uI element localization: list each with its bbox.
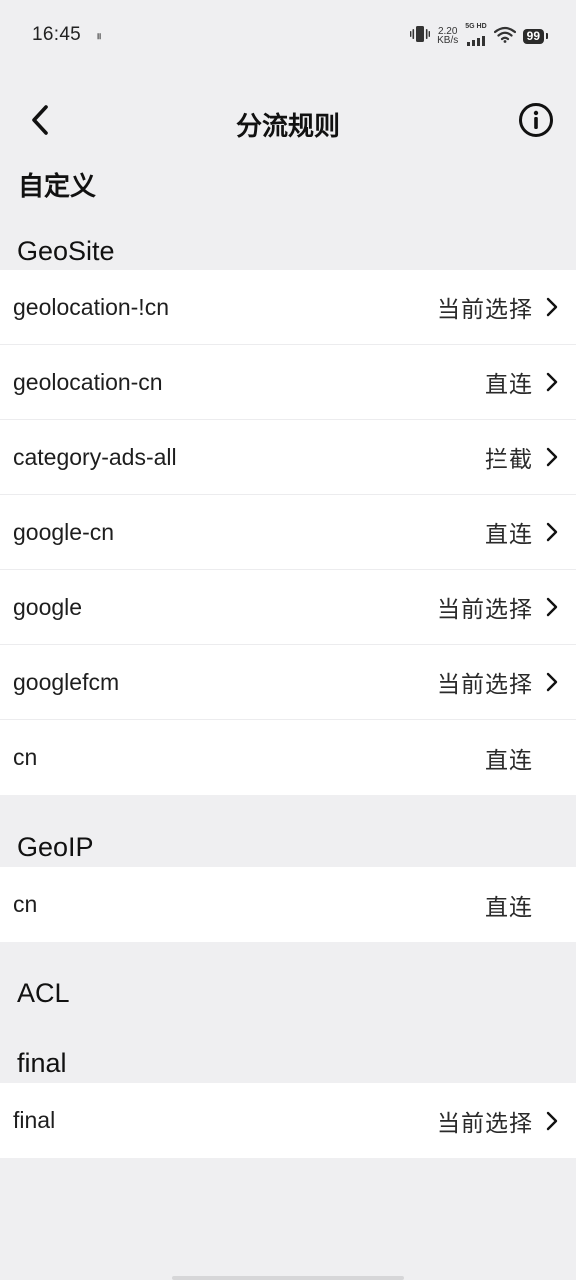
- section-title-final: final: [17, 1048, 67, 1078]
- rule-row-final[interactable]: final 当前选择: [0, 1083, 576, 1158]
- geosite-list: geolocation-!cn 当前选择 geolocation-cn 直连 c…: [0, 270, 576, 795]
- network-type-label: 5G HD: [465, 22, 487, 30]
- rule-value: 当前选择: [437, 1110, 533, 1137]
- final-list: final 当前选择: [0, 1083, 576, 1158]
- rule-value: 直连: [485, 747, 533, 774]
- rule-row-geolocation-not-cn[interactable]: geolocation-!cn 当前选择: [0, 270, 576, 345]
- media-pause-indicator: ॥: [96, 32, 102, 42]
- net-speed-unit: KB/s: [437, 35, 459, 46]
- status-time: 16:45: [32, 24, 82, 45]
- rule-label: cn: [13, 744, 38, 770]
- rule-label: geolocation-!cn: [13, 293, 169, 320]
- rule-label: category-ads-all: [13, 443, 177, 470]
- section-title-acl: ACL: [17, 978, 70, 1008]
- chevron-right-icon: [545, 371, 559, 393]
- status-icons: 2.20 KB/s 5G HD 99: [410, 22, 549, 50]
- rule-row-geolocation-cn[interactable]: geolocation-cn 直连: [0, 345, 576, 420]
- net-speed: 2.20 KB/s: [437, 27, 459, 46]
- rule-row-category-ads-all[interactable]: category-ads-all 拦截: [0, 420, 576, 495]
- info-circle-icon: [518, 102, 554, 142]
- rule-label: final: [13, 1107, 56, 1133]
- rule-value: 直连: [485, 894, 533, 921]
- chevron-right-icon: [545, 296, 559, 318]
- rule-row-geoip-cn[interactable]: cn 直连: [0, 867, 576, 942]
- rule-row-googlefcm[interactable]: googlefcm 当前选择: [0, 645, 576, 720]
- section-title-geosite: GeoSite: [17, 236, 115, 266]
- rule-label: geolocation-cn: [13, 368, 163, 395]
- rule-row-google-cn[interactable]: google-cn 直连: [0, 495, 576, 570]
- app-bar: 分流规则: [0, 90, 576, 154]
- section-title-custom: 自定义: [18, 171, 97, 201]
- geoip-list: cn 直连: [0, 867, 576, 942]
- signal-icon: [466, 31, 485, 50]
- cellular-signal: 5G HD: [465, 22, 487, 50]
- rule-value: 直连: [485, 372, 533, 398]
- rule-value: 拦截: [485, 447, 533, 473]
- rule-value: 当前选择: [437, 597, 533, 623]
- rule-value: 直连: [485, 522, 533, 548]
- rule-row-cn[interactable]: cn 直连: [0, 720, 576, 795]
- chevron-right-icon: [545, 521, 559, 543]
- status-bar: 16:45 ॥ 2.20 KB/s 5G HD 99: [0, 0, 576, 70]
- chevron-right-icon: [545, 596, 559, 618]
- chevron-right-icon: [545, 671, 559, 693]
- page-title: 分流规则: [235, 112, 340, 142]
- section-title-geoip: GeoIP: [17, 832, 94, 862]
- rule-label: googlefcm: [13, 668, 120, 695]
- rule-label: google: [13, 593, 83, 620]
- wifi-icon: [493, 26, 516, 47]
- rule-value: 当前选择: [437, 672, 533, 698]
- home-indicator[interactable]: [172, 1276, 404, 1280]
- rule-label: cn: [13, 891, 38, 917]
- rule-label: google-cn: [13, 518, 115, 545]
- battery-icon: 99: [522, 28, 549, 44]
- rule-row-google[interactable]: google 当前选择: [0, 570, 576, 645]
- rule-value: 当前选择: [437, 297, 533, 323]
- vibrate-icon: [410, 25, 431, 47]
- chevron-right-icon: [545, 446, 559, 468]
- chevron-right-icon: [545, 1110, 559, 1132]
- info-button[interactable]: [516, 102, 556, 142]
